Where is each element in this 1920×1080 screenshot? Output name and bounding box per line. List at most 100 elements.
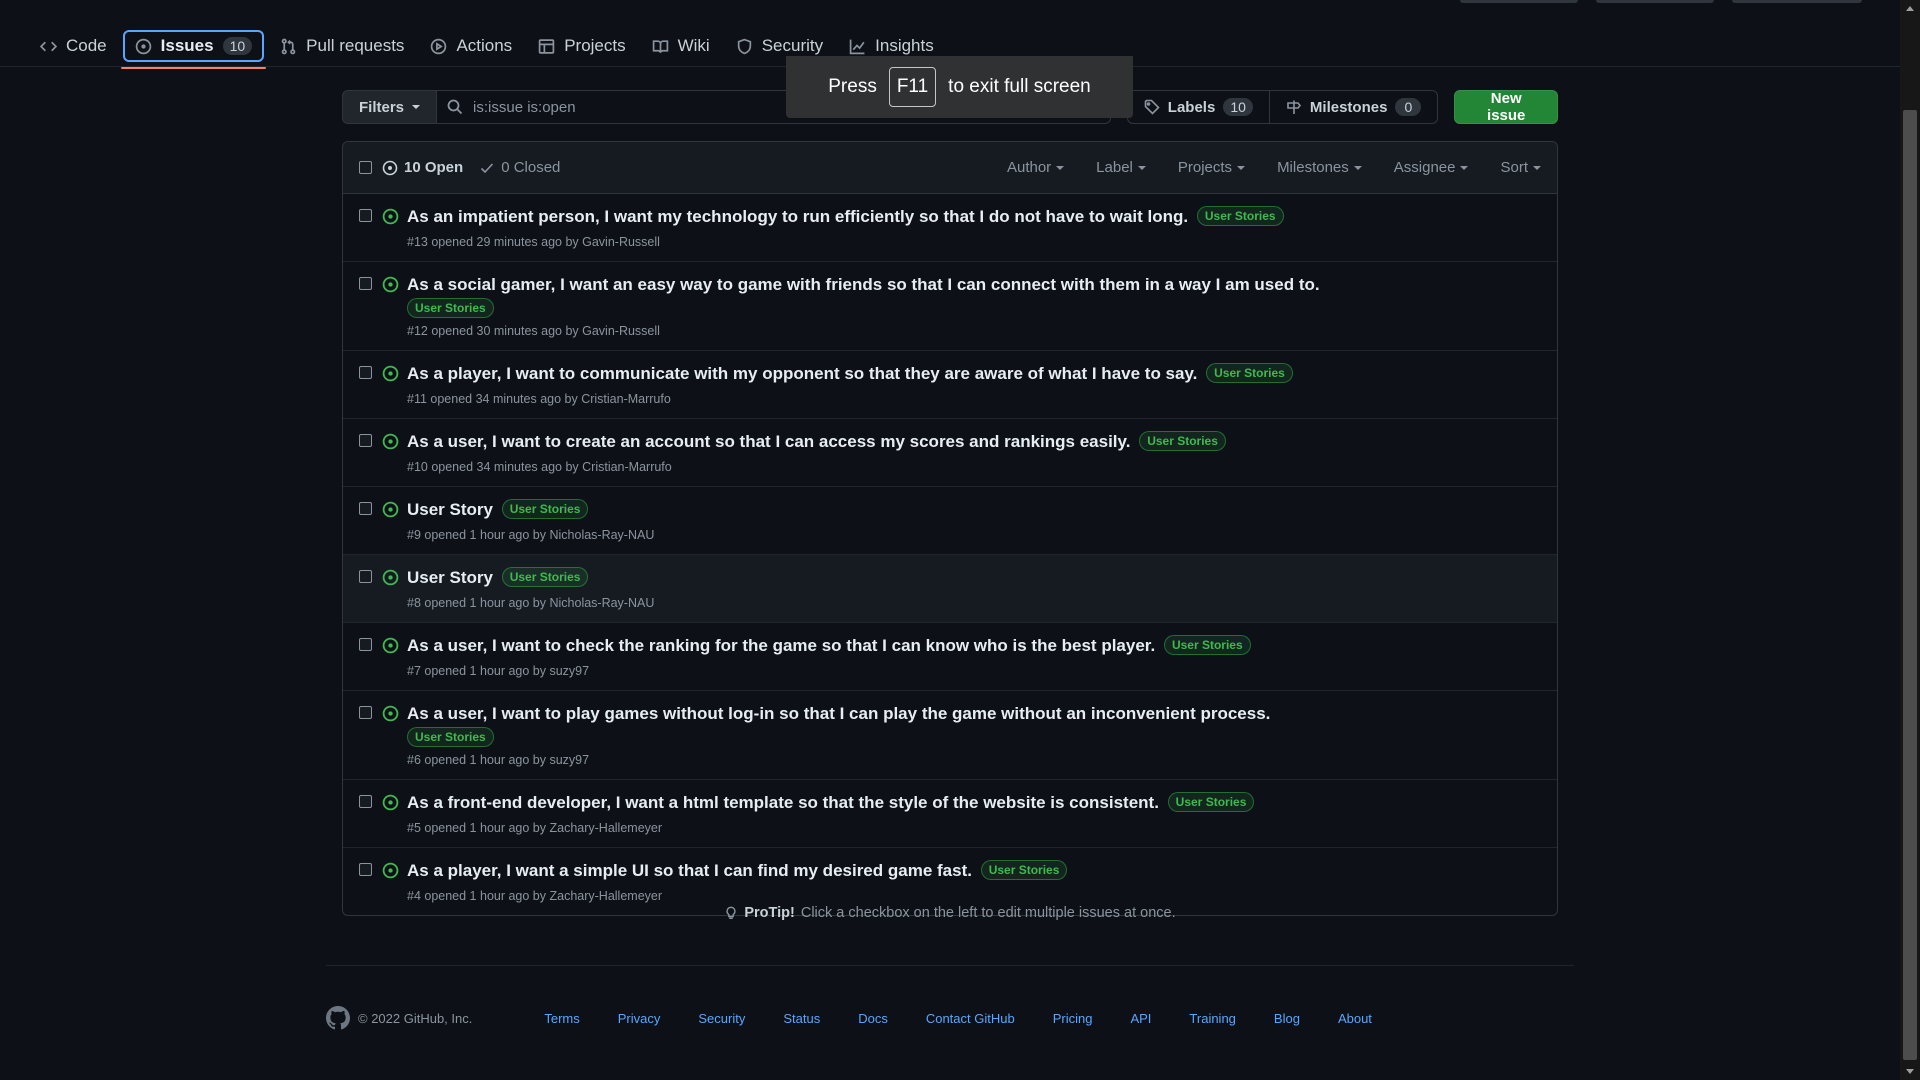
issue-label-badge[interactable]: User Stories xyxy=(1167,792,1255,812)
issue-row: As a user, I want to create an account s… xyxy=(343,419,1557,487)
issue-row: User Story User Stories #8 opened 1 hour… xyxy=(343,555,1557,623)
issue-opened-icon xyxy=(382,433,399,450)
footer-link-status[interactable]: Status xyxy=(783,1011,820,1026)
issue-title-link[interactable]: As a front-end developer, I want a html … xyxy=(407,793,1159,812)
issue-checkbox[interactable] xyxy=(359,863,372,876)
issue-checkbox[interactable] xyxy=(359,277,372,290)
issue-opened-icon xyxy=(135,38,152,55)
issue-meta: #13 opened 29 minutes ago by Gavin-Russe… xyxy=(407,235,660,249)
footer-divider xyxy=(326,965,1574,966)
issue-opened-icon xyxy=(382,208,399,225)
issue-title-link[interactable]: As a player, I want to communicate with … xyxy=(407,364,1197,383)
issue-title-link[interactable]: User Story xyxy=(407,568,493,587)
tag-icon xyxy=(1144,99,1160,115)
footer-link-terms[interactable]: Terms xyxy=(544,1011,579,1026)
issue-title-link[interactable]: As a user, I want to create an account s… xyxy=(407,432,1130,451)
issue-opened-icon xyxy=(382,862,399,879)
issue-checkbox[interactable] xyxy=(359,502,372,515)
light-bulb-icon xyxy=(724,906,738,920)
toast-key: F11 xyxy=(888,67,937,107)
new-issue-button[interactable]: New issue xyxy=(1454,90,1558,124)
scrollbar-thumb[interactable] xyxy=(1903,110,1917,1060)
issue-body: As a user, I want to play games without … xyxy=(407,701,1527,769)
footer-link-privacy[interactable]: Privacy xyxy=(618,1011,661,1026)
chevron-down-icon xyxy=(1137,165,1146,170)
chevron-down-icon xyxy=(1533,165,1541,170)
milestones-filter-dropdown[interactable]: Milestones xyxy=(1277,159,1362,176)
issue-checkbox[interactable] xyxy=(359,209,372,222)
label-filter-dropdown[interactable]: Label xyxy=(1096,159,1146,176)
milestone-icon xyxy=(1286,99,1302,115)
issues-list: 10 Open 0 Closed Author Label Projects M… xyxy=(342,141,1558,916)
filter-label: Projects xyxy=(1177,159,1233,176)
chevron-down-icon xyxy=(1460,165,1469,170)
issue-checkbox[interactable] xyxy=(359,795,372,808)
tab-projects[interactable]: Projects xyxy=(528,30,635,62)
scroll-up-arrow-icon[interactable] xyxy=(1906,6,1914,11)
tab-label: Wiki xyxy=(677,36,710,55)
chevron-down-icon xyxy=(412,105,421,109)
select-all-checkbox[interactable] xyxy=(359,161,372,174)
issue-label-badge[interactable]: User Stories xyxy=(1206,363,1293,383)
tab-label: Actions xyxy=(456,36,513,55)
issue-title-link[interactable]: As a social gamer, I want an easy way to… xyxy=(407,275,1320,294)
issue-row: As a user, I want to check the ranking f… xyxy=(343,623,1557,691)
open-issues-link[interactable]: 10 Open xyxy=(382,159,463,176)
scroll-down-arrow-icon[interactable] xyxy=(1906,1069,1914,1074)
tab-label: Projects xyxy=(564,36,626,55)
issue-title-link[interactable]: User Story xyxy=(407,500,493,519)
issue-body: As a player, I want to communicate with … xyxy=(407,361,1527,408)
tab-code[interactable]: Code xyxy=(30,30,117,62)
issue-body: As a social gamer, I want an easy way to… xyxy=(407,272,1527,340)
issue-checkbox[interactable] xyxy=(359,366,372,379)
tab-issues[interactable]: Issues 10 xyxy=(120,30,266,69)
issue-checkbox[interactable] xyxy=(359,570,372,583)
issue-title-link[interactable]: As a user, I want to check the ranking f… xyxy=(407,636,1155,655)
footer-link-training[interactable]: Training xyxy=(1189,1011,1235,1026)
issue-label-badge[interactable]: User Stories xyxy=(501,567,589,587)
issue-label-badge[interactable]: User Stories xyxy=(407,727,494,747)
issue-title-link[interactable]: As a player, I want a simple UI so that … xyxy=(407,861,972,880)
issue-checkbox[interactable] xyxy=(359,434,372,447)
milestones-button[interactable]: Milestones 0 xyxy=(1269,90,1439,124)
projects-filter-dropdown[interactable]: Projects xyxy=(1177,159,1246,176)
issue-checkbox[interactable] xyxy=(359,638,372,651)
check-icon xyxy=(479,160,495,176)
book-icon xyxy=(652,38,669,55)
page-scrollbar[interactable] xyxy=(1900,0,1920,1080)
filters-button[interactable]: Filters xyxy=(342,90,438,124)
footer-link-contact[interactable]: Contact GitHub xyxy=(926,1011,1015,1026)
author-filter-dropdown[interactable]: Author xyxy=(1006,159,1065,176)
footer-link-pricing[interactable]: Pricing xyxy=(1053,1011,1093,1026)
issue-body: User Story User Stories #8 opened 1 hour… xyxy=(407,565,1527,612)
issue-title-link[interactable]: As an impatient person, I want my techno… xyxy=(407,207,1188,226)
issue-checkbox[interactable] xyxy=(359,706,372,719)
issue-label-badge[interactable]: User Stories xyxy=(980,860,1068,880)
tab-label: Issues xyxy=(160,36,214,55)
github-logo-icon[interactable] xyxy=(326,1006,350,1030)
issue-label-badge[interactable]: User Stories xyxy=(1139,431,1226,451)
labels-button[interactable]: Labels 10 xyxy=(1126,90,1270,124)
footer-link-about[interactable]: About xyxy=(1338,1011,1372,1026)
tab-actions[interactable]: Actions xyxy=(420,30,522,62)
issue-title-link[interactable]: As a user, I want to play games without … xyxy=(407,704,1270,723)
closed-issues-link[interactable]: 0 Closed xyxy=(479,159,560,176)
footer-link-security[interactable]: Security xyxy=(698,1011,745,1026)
issue-meta: #4 opened 1 hour ago by Zachary-Hallemey… xyxy=(407,889,663,903)
issue-label-badge[interactable]: User Stories xyxy=(501,499,589,519)
labels-milestones-group: Labels 10 Milestones 0 xyxy=(1126,90,1439,124)
issue-meta: #8 opened 1 hour ago by Nicholas-Ray-NAU xyxy=(407,596,655,610)
assignee-filter-dropdown[interactable]: Assignee xyxy=(1394,159,1469,176)
tab-wiki[interactable]: Wiki xyxy=(642,30,720,62)
footer-link-docs[interactable]: Docs xyxy=(858,1011,888,1026)
footer-link-api[interactable]: API xyxy=(1130,1011,1151,1026)
footer-link-blog[interactable]: Blog xyxy=(1274,1011,1300,1026)
tab-pull-requests[interactable]: Pull requests xyxy=(270,30,414,62)
sort-dropdown[interactable]: Sort xyxy=(1500,159,1541,176)
filters-label: Filters xyxy=(359,98,405,116)
filter-label: Author xyxy=(1006,159,1052,176)
issue-body: As a player, I want a simple UI so that … xyxy=(407,858,1527,905)
issue-label-badge[interactable]: User Stories xyxy=(1163,635,1251,655)
issue-label-badge[interactable]: User Stories xyxy=(407,298,494,318)
issue-label-badge[interactable]: User Stories xyxy=(1196,206,1284,226)
